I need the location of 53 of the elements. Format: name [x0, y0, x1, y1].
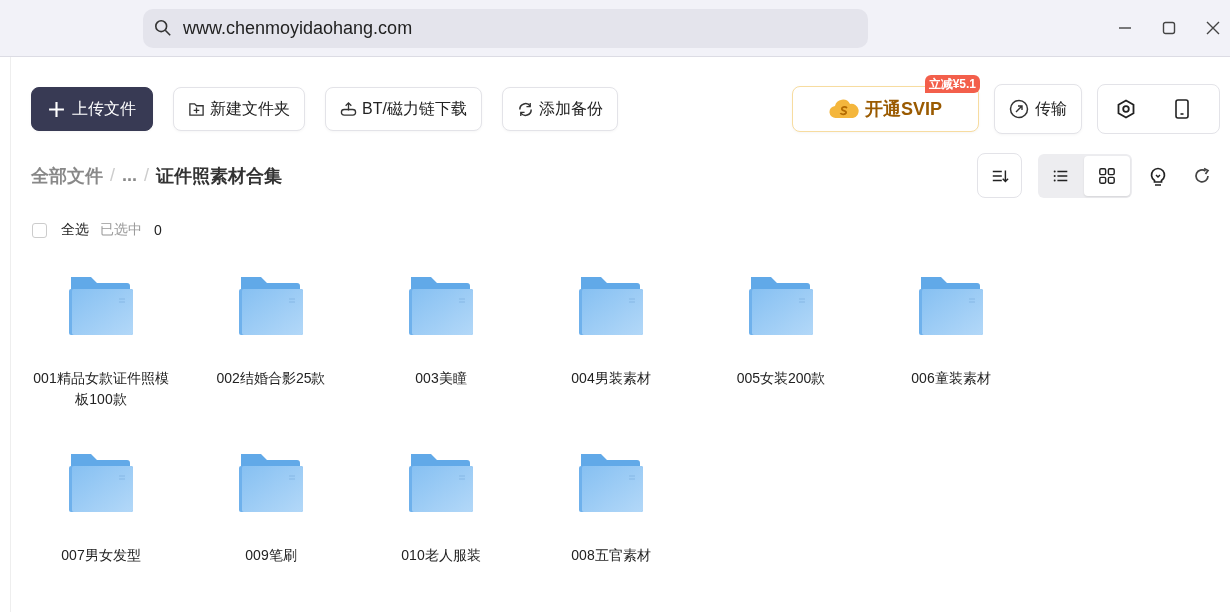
grid-view-button[interactable] — [1084, 155, 1130, 196]
breadcrumb-separator: / — [144, 165, 150, 186]
maximize-icon[interactable] — [1162, 21, 1176, 35]
hexagon-icon[interactable] — [1116, 99, 1136, 119]
address-bar[interactable]: www.chenmoyidaohang.com — [143, 8, 868, 48]
backup-button[interactable]: 添加备份 — [501, 87, 618, 131]
folder-name[interactable]: 002结婚合影25款 — [201, 368, 341, 389]
folder-name[interactable]: 007男女发型 — [31, 545, 171, 566]
breadcrumb-current: 证件照素材合集 — [156, 164, 283, 188]
folder-name[interactable]: 008五官素材 — [541, 545, 681, 566]
select-all-label[interactable]: 全选 — [61, 221, 89, 239]
discount-badge: 立减¥5.1 — [924, 75, 980, 93]
transfer-button[interactable]: 传输 — [994, 84, 1082, 134]
folder-icon[interactable] — [749, 277, 813, 335]
folder-icon[interactable] — [409, 454, 473, 512]
close-icon[interactable] — [1206, 21, 1220, 35]
folder-name[interactable]: 003美瞳 — [371, 368, 511, 389]
folder-name[interactable]: 010老人服装 — [371, 545, 511, 566]
folder-name[interactable]: 001精品女款证件照模板100款 — [31, 368, 171, 410]
search-icon — [154, 19, 172, 37]
selected-count: 0 — [154, 222, 162, 238]
tray-arrow-icon — [340, 100, 357, 118]
folder-plus-icon — [188, 100, 205, 118]
refresh-icon — [516, 100, 534, 118]
folder-icon[interactable] — [579, 454, 643, 512]
folder-name[interactable]: 009笔刷 — [201, 545, 341, 566]
folder-name[interactable]: 005女装200款 — [711, 368, 851, 389]
upload-button[interactable]: 上传文件 — [31, 87, 153, 131]
bt-download-button[interactable]: BT/磁力链下载 — [325, 87, 482, 131]
sort-button[interactable] — [977, 153, 1022, 198]
lightbulb-icon[interactable] — [1148, 165, 1168, 186]
transfer-icon — [1009, 99, 1029, 119]
folder-icon[interactable] — [919, 277, 983, 335]
folder-icon[interactable] — [69, 277, 133, 335]
folder-icon[interactable] — [579, 277, 643, 335]
breadcrumb-link[interactable]: 全部文件 — [31, 163, 103, 188]
grid-icon — [1098, 166, 1116, 185]
folder-icon[interactable] — [409, 277, 473, 335]
breadcrumb-link[interactable]: ... — [122, 165, 138, 186]
new-folder-button[interactable]: 新建文件夹 — [173, 87, 305, 131]
selected-label: 已选中 — [100, 221, 142, 239]
phone-icon[interactable] — [1172, 99, 1192, 119]
folder-name[interactable]: 004男装素材 — [541, 368, 681, 389]
breadcrumb-separator: / — [110, 165, 115, 186]
select-all-checkbox[interactable] — [32, 222, 47, 238]
url-text: www.chenmoyidaohang.com — [183, 17, 413, 39]
folder-name[interactable]: 006童装素材 — [881, 368, 1021, 389]
cloud-icon — [829, 99, 859, 119]
folder-icon[interactable] — [239, 277, 303, 335]
plus-icon — [48, 100, 65, 118]
folder-icon[interactable] — [239, 454, 303, 512]
folder-icon[interactable] — [69, 454, 133, 512]
reload-icon[interactable] — [1192, 165, 1212, 186]
